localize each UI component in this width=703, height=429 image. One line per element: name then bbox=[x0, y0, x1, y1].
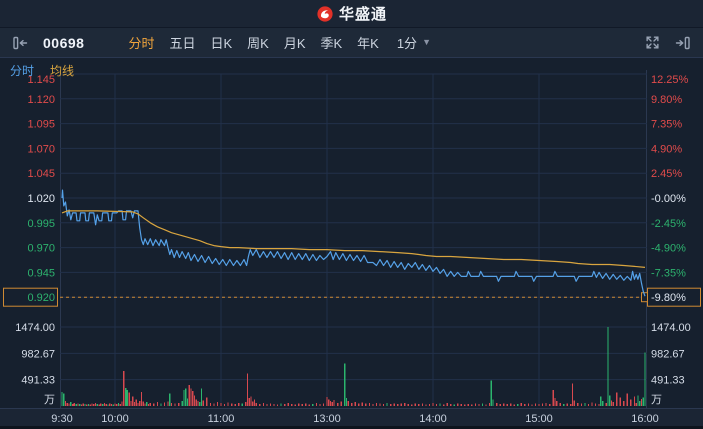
svg-text:4.90%: 4.90% bbox=[651, 143, 682, 155]
stock-code: 00698 bbox=[43, 34, 85, 51]
svg-text:1474.00: 1474.00 bbox=[15, 322, 55, 334]
volume-unit-left: 万 bbox=[44, 394, 55, 406]
svg-text:-0.00%: -0.00% bbox=[651, 193, 686, 205]
brand-name: 华盛通 bbox=[338, 6, 387, 23]
huasheng-trading-app: 华盛通 00698 分时 五日 日K 周K 月K 季K 年K 1分 ▼ 分时 均… bbox=[0, 0, 703, 429]
tab-weekly-k[interactable]: 周K bbox=[247, 33, 269, 52]
svg-text:9.80%: 9.80% bbox=[651, 94, 682, 106]
tab-minute[interactable]: 分时 bbox=[128, 33, 154, 52]
svg-text:10:00: 10:00 bbox=[101, 413, 129, 425]
svg-text:1.020: 1.020 bbox=[27, 193, 55, 205]
toolbar-right bbox=[645, 35, 691, 51]
svg-text:15:00: 15:00 bbox=[525, 413, 553, 425]
current-change-label: -9.80% bbox=[651, 292, 686, 304]
tab-monthly-k[interactable]: 月K bbox=[284, 33, 306, 52]
svg-text:2.45%: 2.45% bbox=[651, 168, 682, 180]
current-price-label: 0.920 bbox=[27, 292, 55, 304]
tab-yearly-k[interactable]: 年K bbox=[357, 33, 379, 52]
svg-text:1.070: 1.070 bbox=[27, 143, 55, 155]
chart-background bbox=[0, 58, 703, 429]
svg-text:982.67: 982.67 bbox=[651, 348, 685, 360]
volume-unit-right: 万 bbox=[651, 394, 662, 406]
interval-label: 1分 bbox=[396, 36, 418, 51]
chart-toolbar: 00698 分时 五日 日K 周K 月K 季K 年K 1分 ▼ bbox=[0, 28, 703, 58]
interval-select[interactable]: 1分 ▼ bbox=[397, 33, 431, 52]
legend-minute-line: 分时 bbox=[10, 64, 35, 78]
svg-text:491.33: 491.33 bbox=[21, 375, 55, 387]
tab-five-day[interactable]: 五日 bbox=[169, 33, 195, 52]
svg-text:16:00: 16:00 bbox=[631, 413, 659, 425]
app-header: 华盛通 bbox=[0, 0, 703, 28]
tab-quarterly-k[interactable]: 季K bbox=[320, 33, 342, 52]
chart-legend: 分时 均线 bbox=[10, 62, 74, 79]
svg-text:491.33: 491.33 bbox=[651, 375, 685, 387]
chart-area: 分时 均线 1.145 12.25% 1.120 9.80% 1.095 7.35% 1.07… bbox=[0, 58, 703, 429]
svg-text:7.35%: 7.35% bbox=[651, 119, 682, 131]
tab-daily-k[interactable]: 日K bbox=[210, 33, 232, 52]
svg-text:0.970: 0.970 bbox=[27, 243, 55, 255]
minute-chart-canvas[interactable]: 1.145 12.25%1.120 9.80%1.095 7.35%1.070 4.90… bbox=[0, 58, 703, 429]
svg-text:1.045: 1.045 bbox=[27, 168, 55, 180]
chevron-down-icon: ▼ bbox=[422, 37, 431, 47]
collapse-left-panel-icon[interactable] bbox=[12, 35, 29, 51]
svg-text:13:00: 13:00 bbox=[313, 413, 341, 425]
open-right-panel-icon[interactable] bbox=[674, 35, 691, 51]
svg-text:12.25%: 12.25% bbox=[651, 74, 689, 86]
fullscreen-icon[interactable] bbox=[645, 35, 660, 50]
huasheng-logo-icon bbox=[317, 5, 333, 22]
svg-text:11:00: 11:00 bbox=[208, 413, 235, 425]
brand: 华盛通 bbox=[316, 3, 387, 24]
period-tabs: 分时 五日 日K 周K 月K 季K 年K bbox=[128, 33, 378, 52]
legend-avg-line: 均线 bbox=[50, 64, 75, 78]
svg-text:1.120: 1.120 bbox=[27, 94, 55, 106]
svg-text:-2.45%: -2.45% bbox=[651, 218, 686, 230]
svg-text:1474.00: 1474.00 bbox=[651, 322, 691, 334]
svg-text:9:30: 9:30 bbox=[51, 413, 72, 425]
svg-text:14:00: 14:00 bbox=[419, 413, 447, 425]
svg-text:982.67: 982.67 bbox=[21, 348, 55, 360]
svg-text:1.095: 1.095 bbox=[27, 119, 55, 131]
svg-text:-4.90%: -4.90% bbox=[651, 243, 686, 255]
svg-text:-7.35%: -7.35% bbox=[651, 267, 686, 279]
svg-text:0.995: 0.995 bbox=[27, 218, 55, 230]
svg-text:0.945: 0.945 bbox=[27, 267, 55, 279]
